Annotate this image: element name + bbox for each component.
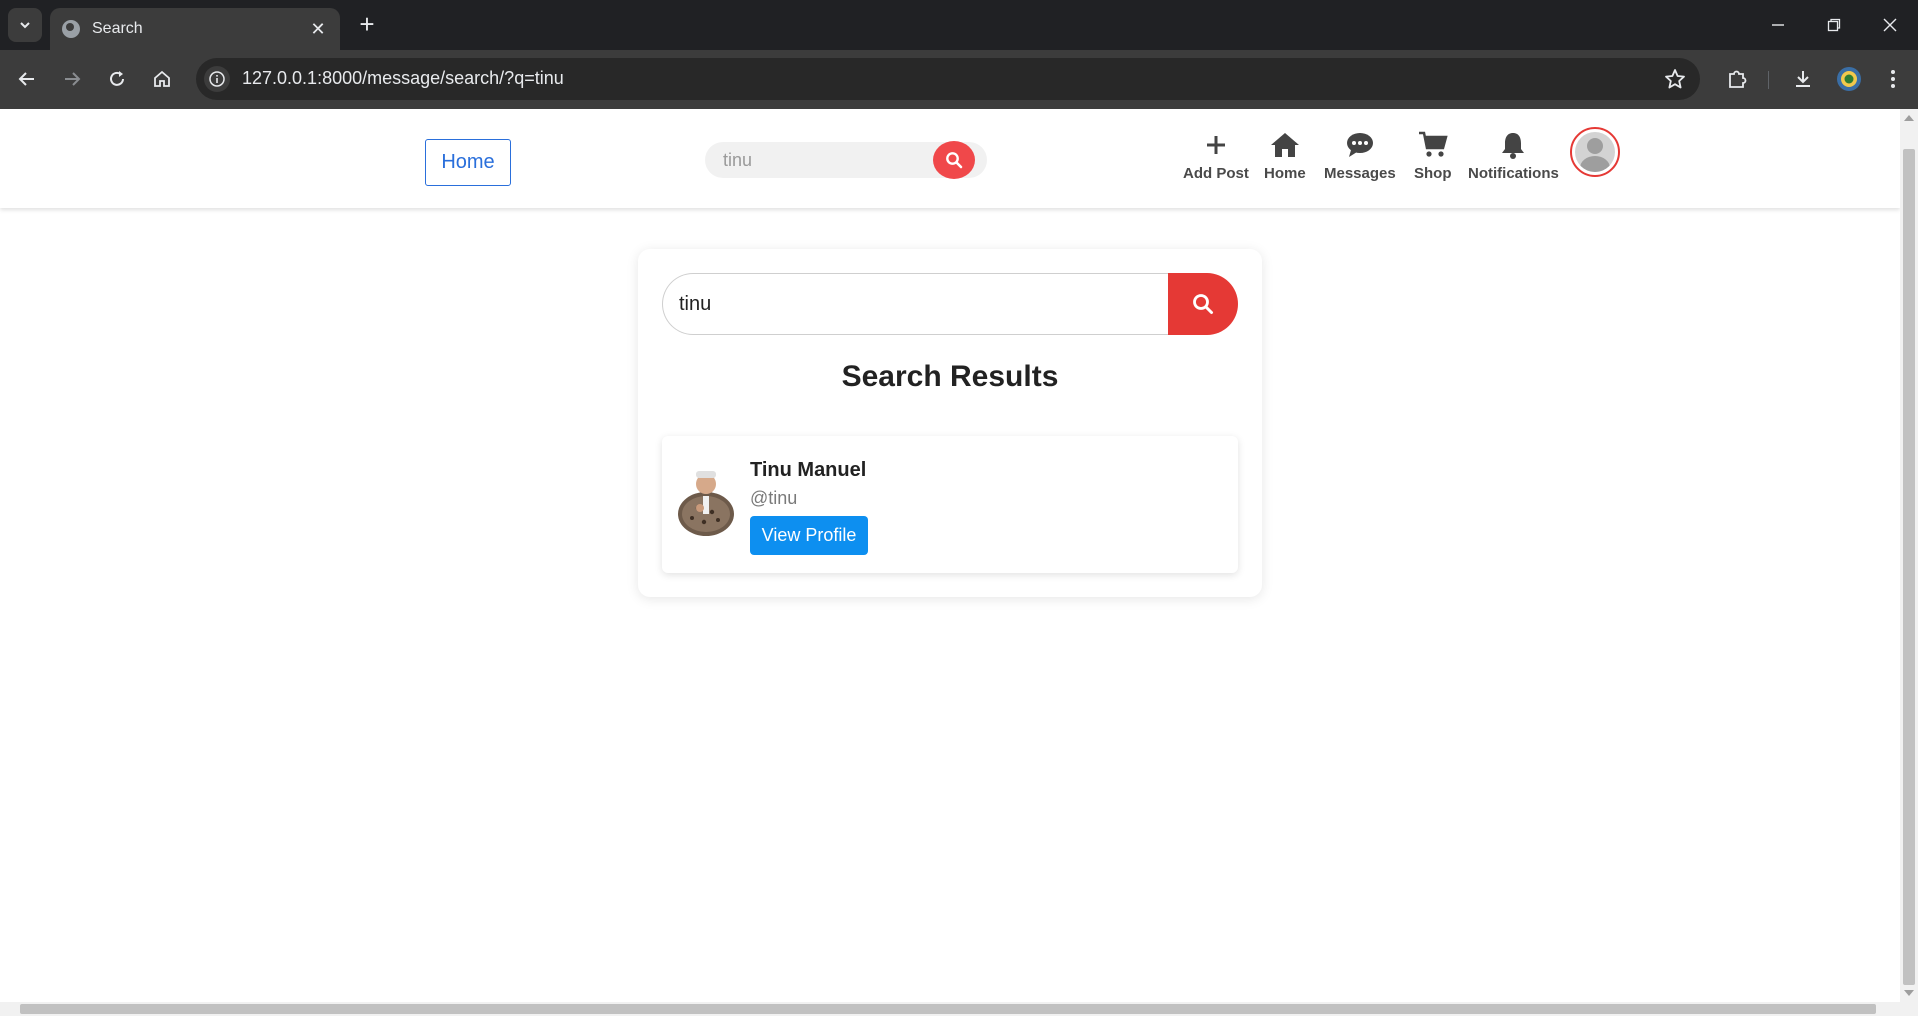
nav-home[interactable]: Home <box>1264 129 1306 182</box>
home-link-button[interactable]: Home <box>425 139 511 186</box>
main-search-form <box>662 273 1238 335</box>
more-vertical-icon <box>1891 70 1895 88</box>
vertical-scrollbar[interactable] <box>1900 109 1918 1002</box>
browser-tab[interactable]: Search ✕ <box>50 8 340 50</box>
main-search-input[interactable] <box>662 273 1168 335</box>
nav-notifications-label: Notifications <box>1468 165 1559 182</box>
nav-shop-label: Shop <box>1414 165 1452 182</box>
site-info-icon[interactable] <box>204 66 230 92</box>
default-avatar-icon <box>1575 132 1615 172</box>
result-avatar-image <box>676 468 736 536</box>
close-window-button[interactable] <box>1870 8 1910 42</box>
minimize-button[interactable] <box>1758 8 1798 42</box>
tab-title: Search <box>92 20 143 37</box>
close-icon <box>1883 18 1897 32</box>
search-icon <box>946 152 963 169</box>
site-header: Home Add Post Home Messages <box>0 109 1900 208</box>
search-icon <box>1193 294 1213 314</box>
tab-search-button[interactable] <box>8 8 42 42</box>
back-button[interactable] <box>10 62 44 96</box>
downloads-button[interactable] <box>1787 63 1819 95</box>
nav-shop[interactable]: Shop <box>1414 129 1452 182</box>
home-browser-button[interactable] <box>145 62 179 96</box>
header-search-button[interactable] <box>933 141 975 179</box>
nav-notifications[interactable]: Notifications <box>1468 129 1559 182</box>
search-results-heading: Search Results <box>841 360 1059 393</box>
scroll-up-icon[interactable] <box>1904 115 1914 121</box>
forward-button[interactable] <box>55 62 89 96</box>
minimize-icon <box>1772 24 1784 26</box>
vertical-scroll-thumb[interactable] <box>1903 149 1915 985</box>
back-arrow-icon <box>18 72 34 86</box>
nav-add-post-label: Add Post <box>1183 165 1249 182</box>
globe-icon <box>62 20 80 38</box>
reload-button[interactable] <box>100 62 134 96</box>
home-outline-icon <box>154 70 170 87</box>
nav-home-label: Home <box>1264 165 1306 182</box>
chat-bubble-icon <box>1345 129 1375 161</box>
nav-messages-label: Messages <box>1324 165 1396 182</box>
restore-button[interactable] <box>1814 8 1854 42</box>
nav-add-post[interactable]: Add Post <box>1183 129 1249 182</box>
extensions-button[interactable] <box>1721 63 1753 95</box>
view-profile-button[interactable]: View Profile <box>750 516 868 555</box>
browser-toolbar: 127.0.0.1:8000/message/search/?q=tinu <box>0 50 1918 109</box>
browser-menu-button[interactable] <box>1877 63 1909 95</box>
page-viewport: Home Add Post Home Messages <box>0 109 1900 1002</box>
bookmark-star-icon[interactable] <box>1664 68 1686 95</box>
download-icon <box>1796 71 1810 87</box>
toolbar-divider <box>1768 71 1769 89</box>
profile-button[interactable] <box>1833 63 1865 95</box>
reload-icon <box>110 71 124 86</box>
restore-icon <box>1827 18 1841 32</box>
header-search <box>705 141 987 179</box>
result-handle: @tinu <box>750 488 798 508</box>
bell-icon <box>1500 129 1526 161</box>
horizontal-scroll-thumb[interactable] <box>20 1004 1876 1014</box>
main-search-button[interactable] <box>1168 273 1238 335</box>
browser-tabstrip: Search ✕ + <box>0 0 1918 50</box>
new-tab-button[interactable]: + <box>352 10 382 40</box>
profile-emblem-icon <box>1837 67 1861 91</box>
close-tab-icon[interactable]: ✕ <box>308 19 328 40</box>
forward-arrow-icon <box>65 72 81 86</box>
horizontal-scrollbar[interactable] <box>0 1002 1900 1016</box>
puzzle-icon <box>1729 70 1747 88</box>
chevron-down-icon <box>20 22 30 29</box>
search-card: Search Results Tinu Manuel @t <box>638 249 1262 597</box>
scroll-down-icon[interactable] <box>1904 990 1914 996</box>
shopping-cart-icon <box>1418 129 1448 161</box>
nav-messages[interactable]: Messages <box>1324 129 1396 182</box>
home-icon <box>1270 129 1300 161</box>
scrollbar-corner <box>1900 1002 1918 1016</box>
header-search-input[interactable] <box>723 148 923 172</box>
url-text: 127.0.0.1:8000/message/search/?q=tinu <box>242 68 564 88</box>
result-item: Tinu Manuel @tinu View Profile <box>662 436 1238 573</box>
user-avatar[interactable] <box>1570 127 1620 177</box>
result-name[interactable]: Tinu Manuel <box>750 459 866 482</box>
plus-icon <box>1204 129 1228 161</box>
address-bar[interactable]: 127.0.0.1:8000/message/search/?q=tinu <box>196 58 1700 100</box>
